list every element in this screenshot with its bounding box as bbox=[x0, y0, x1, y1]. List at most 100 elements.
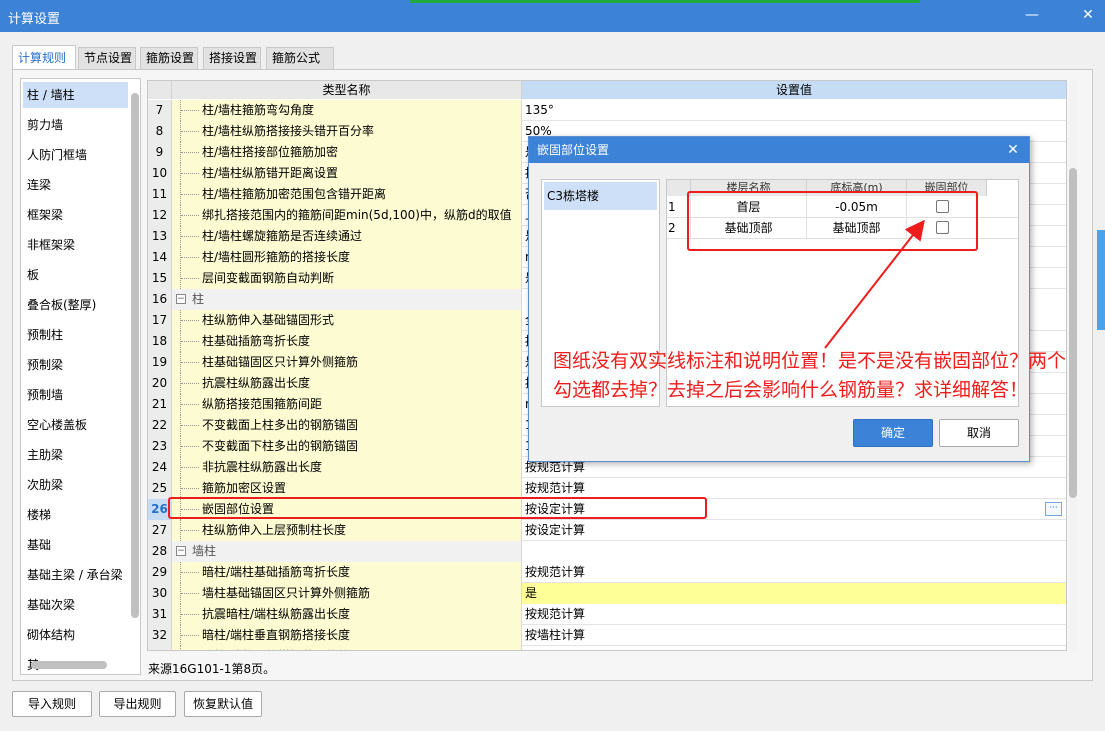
list-item[interactable]: 基础次梁 bbox=[23, 592, 128, 618]
scrollbar-thumb[interactable] bbox=[131, 93, 139, 618]
table-row[interactable]: 31 抗震暗柱/端柱纵筋露出长度 按规范计算 bbox=[148, 604, 1066, 625]
list-item[interactable]: 叠合板(整厚) bbox=[23, 292, 128, 318]
row-index: 33 bbox=[148, 646, 172, 650]
row-index: 23 bbox=[148, 436, 172, 457]
tree-line bbox=[180, 415, 200, 436]
list-item[interactable]: 主肋梁 bbox=[23, 442, 128, 468]
cancel-button[interactable]: 取消 bbox=[939, 419, 1019, 447]
annotation-highlight-row bbox=[168, 497, 707, 519]
row-name-text: 柱/墙柱圆形箍筋的搭接长度 bbox=[202, 250, 351, 264]
row-name-text: 柱/墙柱螺旋箍筋是否连续通过 bbox=[202, 229, 363, 243]
list-item[interactable]: 砌体结构 bbox=[23, 622, 128, 648]
tree-line bbox=[180, 121, 200, 142]
collapse-icon[interactable]: − bbox=[176, 546, 186, 556]
table-row[interactable]: 29 暗柱/端柱基础插筋弯折长度 按规范计算 bbox=[148, 562, 1066, 583]
table-row[interactable]: 32 暗柱/端柱垂直钢筋搭接长度 按墙柱计算 bbox=[148, 625, 1066, 646]
import-rules-button[interactable]: 导入规则 bbox=[12, 691, 92, 717]
row-index: 22 bbox=[148, 415, 172, 436]
row-index: 25 bbox=[148, 478, 172, 499]
ellipsis-icon[interactable]: ··· bbox=[1045, 502, 1062, 516]
row-name-text: 柱基础锚固区只计算外侧箍筋 bbox=[202, 355, 359, 369]
title-bar: 计算设置 — ✕ bbox=[0, 0, 1105, 32]
list-item[interactable]: 次肋梁 bbox=[23, 472, 128, 498]
export-rules-button[interactable]: 导出规则 bbox=[99, 691, 176, 717]
minimize-button[interactable]: — bbox=[1022, 5, 1042, 25]
list-item[interactable]: 基础 bbox=[23, 532, 128, 558]
grid-vertical-scrollbar[interactable] bbox=[1069, 168, 1077, 498]
row-type-name: 暗柱/端柱垂直钢筋搭接长度 bbox=[172, 625, 522, 646]
header-setting-value: 设置值 bbox=[522, 81, 1066, 99]
tree-line bbox=[180, 583, 200, 604]
row-index: 31 bbox=[148, 604, 172, 625]
embed-position-dialog: 嵌固部位设置 ✕ C3栋塔楼 楼层名称 底标高(m) 嵌固部位 1 首层 -0.… bbox=[528, 136, 1030, 462]
list-item[interactable]: 基础主梁 / 承台梁 bbox=[23, 562, 128, 588]
tree-line bbox=[180, 394, 200, 415]
collapse-icon[interactable]: − bbox=[176, 294, 186, 304]
list-item[interactable]: 预制墙 bbox=[23, 382, 128, 408]
list-item[interactable]: 板 bbox=[23, 262, 128, 288]
list-horizontal-scrollbar[interactable] bbox=[31, 661, 107, 669]
list-item[interactable]: 空心楼盖板 bbox=[23, 412, 128, 438]
table-row[interactable]: 7 柱/墙柱箍筋弯勾角度 135° bbox=[148, 100, 1066, 121]
dialog-close-icon[interactable]: ✕ bbox=[1003, 140, 1023, 160]
list-item[interactable]: 预制柱 bbox=[23, 322, 128, 348]
close-button[interactable]: ✕ bbox=[1078, 5, 1098, 25]
list-item[interactable]: 预制梁 bbox=[23, 352, 128, 378]
list-item[interactable]: 楼梯 bbox=[23, 502, 128, 528]
table-row[interactable]: 30 墙柱基础锚固区只计算外侧箍筋 是 bbox=[148, 583, 1066, 604]
list-vertical-scrollbar[interactable] bbox=[131, 93, 139, 618]
row-setting-value[interactable]: 按规范计算 bbox=[522, 562, 1066, 583]
list-item[interactable]: 剪力墙 bbox=[23, 112, 128, 138]
row-type-name: 绑扎搭接范围内的箍筋间距min(5d,100)中，纵筋d的取值 bbox=[172, 205, 522, 226]
tree-line bbox=[180, 184, 200, 205]
list-item[interactable]: 柱 / 墙柱 bbox=[23, 82, 128, 108]
row-type-name: 箍筋加密区设置 bbox=[172, 478, 522, 499]
tree-line bbox=[180, 604, 200, 625]
row-value-text: 按墙柱计算 bbox=[525, 628, 586, 642]
row-value-text: 按规范计算 bbox=[525, 565, 586, 579]
row-setting-value[interactable]: 是 bbox=[522, 583, 1066, 604]
annotation-highlight-checkboxes bbox=[687, 191, 978, 251]
dialog-title: 嵌固部位设置 bbox=[529, 137, 1029, 163]
ok-button[interactable]: 确定 bbox=[853, 419, 933, 447]
tree-line bbox=[180, 205, 200, 226]
list-item[interactable]: 连梁 bbox=[23, 172, 128, 198]
row-setting-value[interactable]: 按规范计算 bbox=[522, 478, 1066, 499]
row-setting-value[interactable] bbox=[522, 541, 1066, 562]
row-index: 30 bbox=[148, 583, 172, 604]
row-setting-value[interactable]: min(5d,100) bbox=[522, 646, 1066, 650]
row-setting-value[interactable]: 按墙柱计算 bbox=[522, 625, 1066, 646]
row-name-text: 纵筋搭接范围箍筋间距 bbox=[202, 397, 323, 411]
row-setting-value[interactable]: 135° bbox=[522, 100, 1066, 121]
tab-node-settings[interactable]: 节点设置 bbox=[78, 47, 136, 69]
row-name-text: 非抗震柱纵筋露出长度 bbox=[202, 460, 323, 474]
table-row[interactable]: 33 暗柱/端柱纵筋搭接范围箍筋间距 min(5d,100) bbox=[148, 646, 1066, 650]
list-item[interactable]: 非框架梁 bbox=[23, 232, 128, 258]
tab-stirrup-settings[interactable]: 箍筋设置 bbox=[140, 47, 198, 69]
restore-defaults-button[interactable]: 恢复默认值 bbox=[184, 691, 262, 717]
row-type-name: 墙柱基础锚固区只计算外侧箍筋 bbox=[172, 583, 522, 604]
header-index bbox=[148, 81, 172, 99]
table-row[interactable]: 28− 墙柱 bbox=[148, 541, 1066, 562]
row-name-text: 柱纵筋伸入上层预制柱长度 bbox=[202, 523, 347, 537]
row-name-text: 墙柱 bbox=[192, 544, 217, 558]
list-item[interactable]: 人防门框墙 bbox=[23, 142, 128, 168]
tree-line bbox=[180, 142, 200, 163]
row-setting-value[interactable]: 按规范计算 bbox=[522, 604, 1066, 625]
tab-lap-settings[interactable]: 搭接设置 bbox=[203, 47, 261, 69]
tree-line bbox=[180, 520, 200, 541]
row-type-name: 柱纵筋伸入上层预制柱长度 bbox=[172, 520, 522, 541]
building-item[interactable]: C3栋塔楼 bbox=[544, 182, 657, 210]
row-type-name: 柱/墙柱纵筋错开距离设置 bbox=[172, 163, 522, 184]
tree-line bbox=[180, 625, 200, 646]
tab-stirrup-formula[interactable]: 箍筋公式 bbox=[266, 47, 334, 69]
table-row[interactable]: 25 箍筋加密区设置 按规范计算 bbox=[148, 478, 1066, 499]
table-row[interactable]: 27 柱纵筋伸入上层预制柱长度 按设定计算 bbox=[148, 520, 1066, 541]
tab-calc-rules[interactable]: 计算规则 bbox=[12, 45, 76, 70]
row-index: 20 bbox=[148, 373, 172, 394]
row-value-text: 按设定计算 bbox=[525, 523, 586, 537]
row-index: 12 bbox=[148, 205, 172, 226]
list-item[interactable]: 框架梁 bbox=[23, 202, 128, 228]
row-setting-value[interactable]: 按设定计算 bbox=[522, 520, 1066, 541]
row-index: 11 bbox=[148, 184, 172, 205]
